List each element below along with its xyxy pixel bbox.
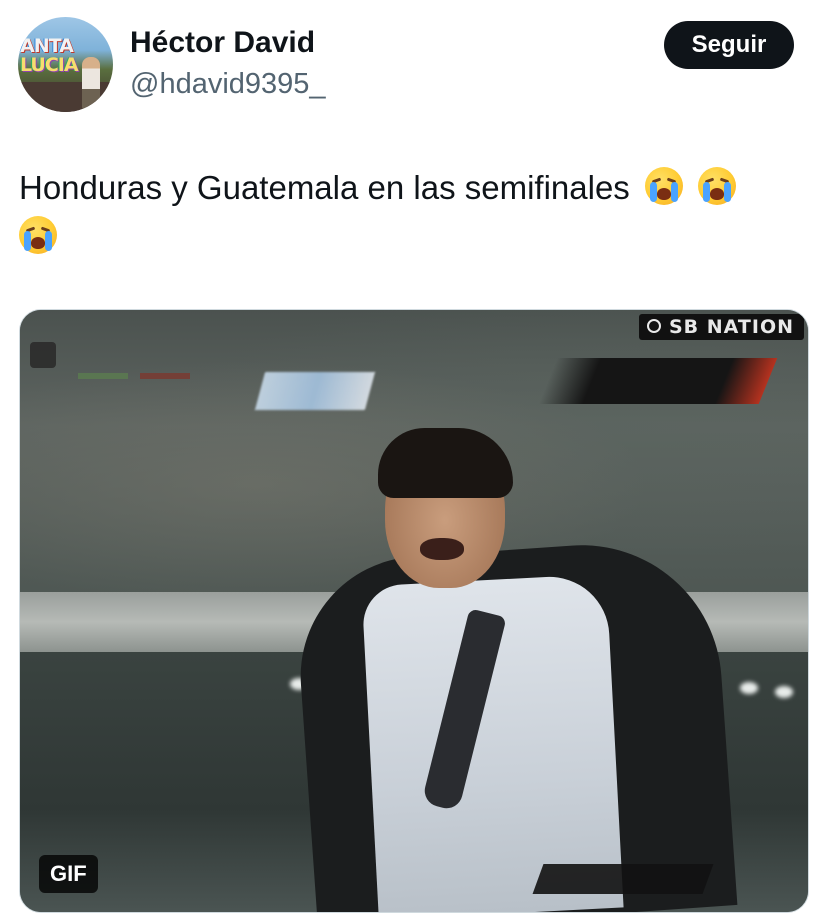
loudly-crying-face-icon xyxy=(698,167,737,205)
avatar-sign-line2: LUCIA xyxy=(20,54,79,76)
author-avatar[interactable]: ANTA LUCIA xyxy=(18,17,113,112)
avatar-person xyxy=(82,57,100,109)
watermark-circle-icon xyxy=(647,319,661,333)
loudly-crying-face-icon xyxy=(644,167,683,205)
broadcast-scorebug xyxy=(72,368,196,382)
gif-frame: SB NATION xyxy=(20,310,808,912)
tweet-card: ANTA LUCIA Héctor David @hdavid9395_ Seg… xyxy=(0,0,828,921)
sbnation-watermark: SB NATION xyxy=(639,314,804,340)
gif-media[interactable]: SB NATION GIF xyxy=(19,309,809,913)
author-handle[interactable]: @hdavid9395_ xyxy=(130,68,326,101)
broadcast-corner-logo xyxy=(30,342,56,368)
coach-mouth xyxy=(420,538,464,560)
broadcast-location-graphic xyxy=(538,358,778,404)
watermark-text: SB NATION xyxy=(669,316,794,338)
crowd-flag xyxy=(254,372,376,410)
tweet-text-content: Honduras y Guatemala en las semifinales xyxy=(19,169,630,206)
broadcast-ticker xyxy=(532,864,714,894)
gif-badge: GIF xyxy=(39,855,98,893)
tweet-text: Honduras y Guatemala en las semifinales xyxy=(19,163,809,261)
avatar-sign: ANTA LUCIA xyxy=(20,37,82,79)
author-display-name[interactable]: Héctor David xyxy=(130,26,315,60)
loudly-crying-face-icon xyxy=(19,216,57,254)
follow-button[interactable]: Seguir xyxy=(664,21,794,69)
